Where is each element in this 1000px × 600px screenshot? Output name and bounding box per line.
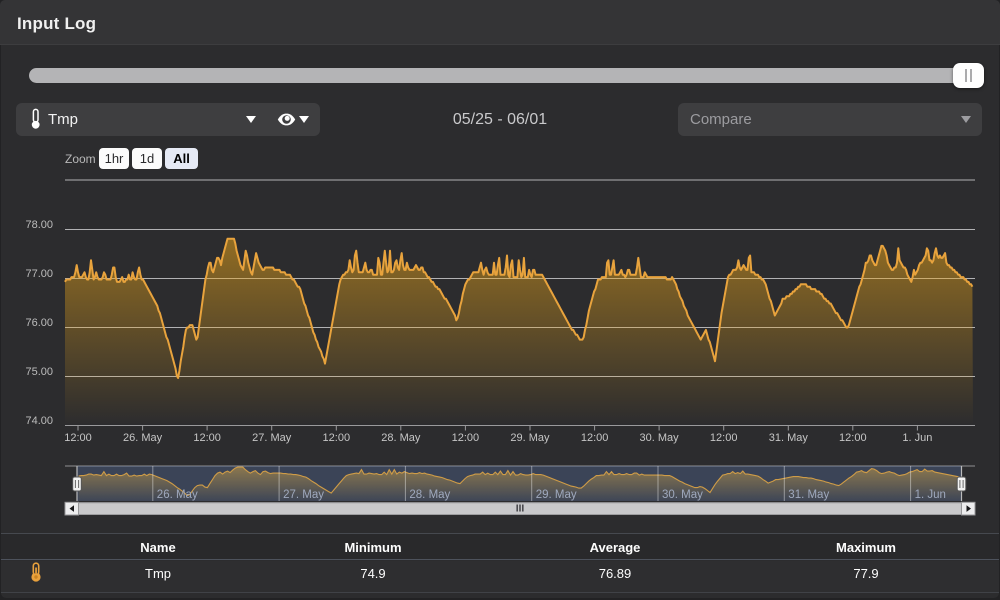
svg-text:12:00: 12:00 <box>839 432 867 444</box>
svg-text:74.00: 74.00 <box>25 415 53 427</box>
svg-text:31. May: 31. May <box>769 432 809 444</box>
svg-text:12:00: 12:00 <box>64 432 92 444</box>
svg-text:1. Jun: 1. Jun <box>915 489 946 501</box>
svg-text:26. May: 26. May <box>157 489 198 501</box>
svg-text:1. Jun: 1. Jun <box>902 432 932 444</box>
svg-text:28. May: 28. May <box>409 489 450 501</box>
svg-text:29. May: 29. May <box>536 489 577 501</box>
svg-text:12:00: 12:00 <box>193 432 221 444</box>
svg-text:12:00: 12:00 <box>452 432 480 444</box>
svg-text:29. May: 29. May <box>510 432 550 444</box>
svg-text:12:00: 12:00 <box>581 432 609 444</box>
svg-text:75.00: 75.00 <box>25 366 53 378</box>
svg-text:27. May: 27. May <box>252 432 292 444</box>
svg-text:30. May: 30. May <box>640 432 680 444</box>
svg-text:28. May: 28. May <box>381 432 421 444</box>
svg-text:12:00: 12:00 <box>323 432 351 444</box>
svg-text:77.00: 77.00 <box>25 268 53 280</box>
svg-text:30. May: 30. May <box>662 489 703 501</box>
svg-text:31. May: 31. May <box>788 489 829 501</box>
svg-text:12:00: 12:00 <box>710 432 738 444</box>
svg-text:27. May: 27. May <box>283 489 324 501</box>
svg-text:26. May: 26. May <box>123 432 163 444</box>
svg-text:78.00: 78.00 <box>25 219 53 231</box>
svg-text:76.00: 76.00 <box>25 317 53 329</box>
